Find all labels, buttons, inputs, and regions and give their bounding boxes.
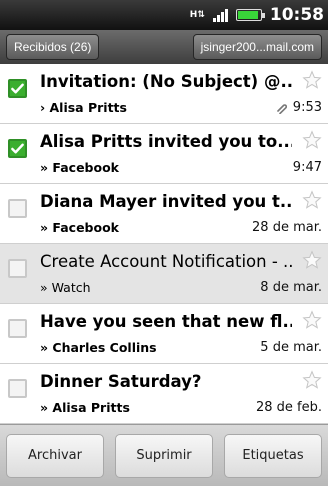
star-icon[interactable] <box>302 370 322 390</box>
message-sender: » Facebook <box>40 160 119 175</box>
message-date: 28 de feb. <box>255 400 322 415</box>
message-row[interactable]: Dinner Saturday? » Alisa Pritts 28 de feb. <box>0 364 328 424</box>
message-subject: Alisa Pritts invited you to... <box>40 132 292 151</box>
message-list: Invitation: (No Subject) @... › Alisa Pri… <box>0 64 328 424</box>
clock: 10:58 <box>269 5 324 25</box>
message-meta: » Facebook 9:47 <box>40 160 322 175</box>
checkbox[interactable] <box>8 319 27 338</box>
checkbox-checked[interactable] <box>8 79 27 98</box>
message-meta: » Watch 8 de mar. <box>40 280 322 295</box>
message-sender: » Facebook <box>40 220 119 235</box>
checkbox[interactable] <box>8 199 27 218</box>
star-icon[interactable] <box>302 190 322 210</box>
message-meta: » Facebook 28 de mar. <box>40 220 322 235</box>
message-meta: » Charles Collins 5 de mar. <box>40 340 322 355</box>
checkbox[interactable] <box>8 259 27 278</box>
message-subject: Have you seen that new fl... <box>40 312 292 331</box>
labels-button[interactable]: Etiquetas <box>224 433 322 478</box>
message-date-wrap: 28 de feb. <box>256 400 322 415</box>
signal-icon <box>212 8 228 22</box>
message-row[interactable]: Diana Mayer invited you t... » Facebook 28… <box>0 184 328 244</box>
message-subject: Create Account Notification - ... <box>40 252 292 271</box>
account-button[interactable]: jsinger200...mail.com <box>192 34 322 60</box>
message-row[interactable]: Alisa Pritts invited you to... » Facebook… <box>0 124 328 184</box>
checkbox-checked[interactable] <box>8 139 27 158</box>
message-date-wrap: 28 de mar. <box>252 220 322 235</box>
attachment-icon <box>275 102 287 114</box>
message-sender: » Alisa Pritts <box>40 400 130 415</box>
delete-button[interactable]: Suprimir <box>115 433 213 478</box>
mail-header: Recibidos (26) jsinger200...mail.com <box>0 30 328 64</box>
message-date: 5 de mar. <box>260 340 322 355</box>
message-row[interactable]: Have you seen that new fl... » Charles Co… <box>0 304 328 364</box>
message-date-wrap: 9:47 <box>293 160 322 175</box>
message-date-wrap: 8 de mar. <box>260 280 322 295</box>
battery-level <box>237 11 258 19</box>
star-icon[interactable] <box>302 310 322 330</box>
message-sender: › Alisa Pritts <box>40 100 127 115</box>
message-sender: » Charles Collins <box>40 340 157 355</box>
message-date-wrap: 5 de mar. <box>260 340 322 355</box>
bottom-action-bar: Archivar Suprimir Etiquetas <box>0 424 328 486</box>
message-row[interactable]: Create Account Notification - ... » Watch… <box>0 244 328 304</box>
hspa-icon: H ⇅ <box>189 10 205 20</box>
star-icon[interactable] <box>302 250 322 270</box>
star-icon[interactable] <box>302 70 322 90</box>
message-date: 9:53 <box>292 100 322 115</box>
message-date: 28 de mar. <box>252 220 322 235</box>
message-subject: Dinner Saturday? <box>40 372 202 391</box>
star-icon[interactable] <box>302 130 322 150</box>
message-date: 8 de mar. <box>260 280 322 295</box>
message-row[interactable]: Invitation: (No Subject) @... › Alisa Pri… <box>0 64 328 124</box>
message-meta: › Alisa Pritts 9:53 <box>40 100 322 115</box>
folder-button[interactable]: Recibidos (26) <box>6 34 100 60</box>
message-date: 9:47 <box>292 160 322 175</box>
battery-icon <box>235 9 265 21</box>
message-meta: » Alisa Pritts 28 de feb. <box>40 400 322 415</box>
checkbox[interactable] <box>8 379 27 398</box>
status-bar: H ⇅ 10:58 <box>0 0 328 30</box>
message-subject: Diana Mayer invited you t... <box>40 192 292 211</box>
archive-button[interactable]: Archivar <box>6 433 104 478</box>
message-subject: Invitation: (No Subject) @... <box>40 72 292 91</box>
message-date-wrap: 9:53 <box>275 100 322 115</box>
message-sender: » Watch <box>40 280 91 295</box>
